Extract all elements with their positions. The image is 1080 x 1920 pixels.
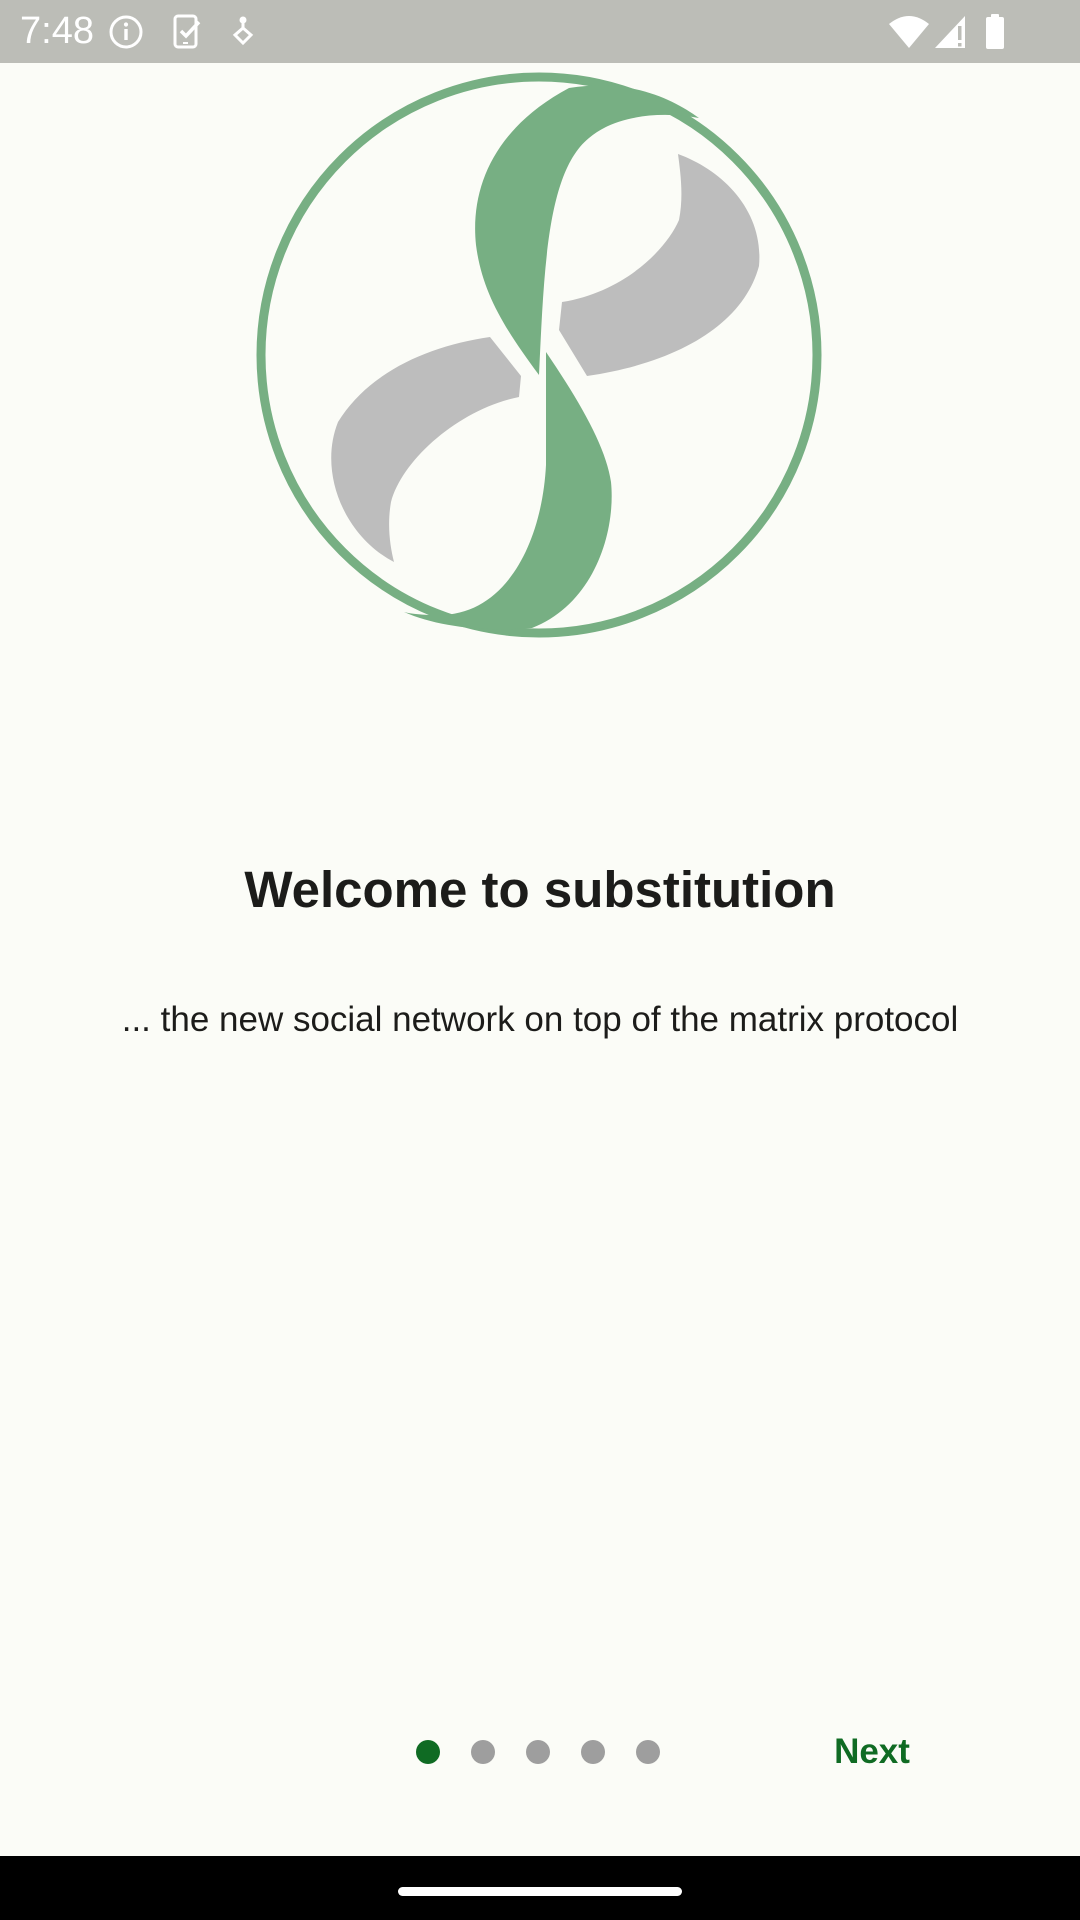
wifi-icon [889, 16, 929, 48]
status-time: 7:48 [20, 10, 94, 52]
page-indicator [416, 1740, 660, 1764]
navigation-bar [0, 1856, 1080, 1920]
location-icon [232, 16, 254, 46]
home-gesture-handle[interactable] [398, 1887, 682, 1896]
status-bar: 7:48 [0, 0, 1080, 63]
next-button[interactable]: Next [812, 1724, 932, 1780]
signal-icon [935, 16, 965, 48]
page-dot-1 [416, 1740, 440, 1764]
page-dot-3 [526, 1740, 550, 1764]
page-dot-5 [636, 1740, 660, 1764]
task-icon [173, 14, 201, 49]
app-logo [256, 72, 822, 638]
info-icon [109, 15, 143, 49]
battery-icon [986, 14, 1004, 49]
page-dot-2 [471, 1740, 495, 1764]
page-dot-4 [581, 1740, 605, 1764]
welcome-title: Welcome to substitution [244, 861, 836, 918]
welcome-subtitle: ... the new social network on top of the… [121, 1000, 959, 1039]
